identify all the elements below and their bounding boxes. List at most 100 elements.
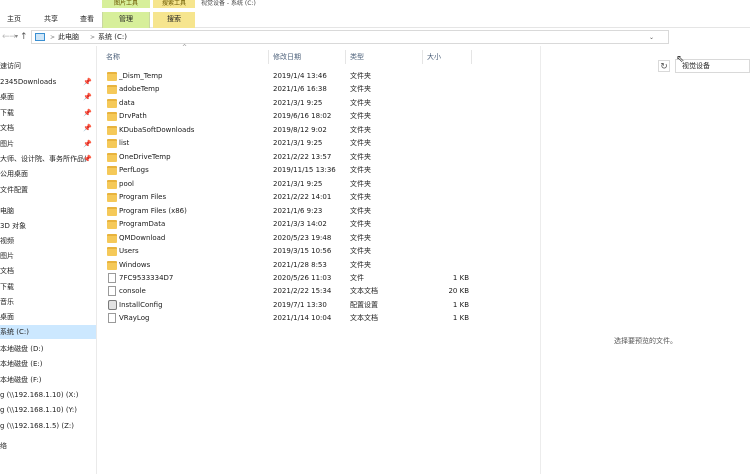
file-name: DrvPath bbox=[119, 112, 147, 120]
nav-network-drive-z[interactable]: g (\\192.168.1.5) (Z:) bbox=[0, 419, 96, 433]
nav-2345downloads[interactable]: 2345Downloads 📌 bbox=[0, 75, 96, 89]
nav-music[interactable]: 音乐 bbox=[0, 295, 96, 309]
tab-share[interactable]: 共享 bbox=[36, 12, 66, 28]
file-row[interactable]: InstallConfig 2019/7/1 13:30 配置设置 1 KB bbox=[101, 299, 471, 312]
config-file-icon bbox=[108, 300, 117, 310]
nav-public-desktop[interactable]: 公用桌面 bbox=[0, 167, 96, 181]
file-name: console bbox=[119, 287, 146, 295]
column-header-type[interactable]: 类型 bbox=[350, 51, 364, 63]
this-pc-icon bbox=[35, 33, 45, 41]
tab-home[interactable]: 主页 bbox=[0, 12, 28, 28]
file-row[interactable]: Program Files (x86) 2021/1/6 9:23 文件夹 bbox=[101, 205, 471, 218]
nav-videos[interactable]: 视频 bbox=[0, 234, 96, 248]
nav-design-works[interactable]: 大师、设计院、事务所作品(📌 bbox=[0, 152, 96, 166]
file-row[interactable]: pool 2021/3/1 9:25 文件夹 bbox=[101, 178, 471, 191]
breadcrumb-separator-icon[interactable]: > bbox=[90, 32, 95, 43]
nav-3d-objects[interactable]: 3D 对象 bbox=[0, 219, 96, 233]
nav-network[interactable]: 络 bbox=[0, 439, 96, 453]
nav-documents[interactable]: 文档 📌 bbox=[0, 121, 96, 135]
file-date: 2019/8/12 9:02 bbox=[273, 126, 327, 134]
tab-search[interactable]: 搜索 bbox=[153, 12, 195, 28]
column-divider[interactable] bbox=[471, 50, 472, 64]
file-type: 文件夹 bbox=[350, 261, 371, 269]
file-row[interactable]: _Dism_Temp 2019/1/4 13:46 文件夹 bbox=[101, 70, 471, 83]
nav-local-disk-e[interactable]: 本地磁盘 (E:) bbox=[0, 357, 96, 371]
file-type: 配置设置 bbox=[350, 301, 378, 309]
file-row[interactable]: QMDownload 2020/5/23 19:48 文件夹 bbox=[101, 232, 471, 245]
file-row[interactable]: 7FC9533334D7 2020/5/26 11:03 文件 1 KB bbox=[101, 272, 471, 285]
nav-network-drive-y[interactable]: g (\\192.168.1.10) (Y:) bbox=[0, 403, 96, 417]
nav-local-disk-f[interactable]: 本地磁盘 (F:) bbox=[0, 373, 96, 387]
file-row[interactable]: OneDriveTemp 2021/2/22 13:57 文件夹 bbox=[101, 151, 471, 164]
nav-item-label: 公用桌面 bbox=[0, 170, 28, 178]
nav-pc-downloads[interactable]: 下载 bbox=[0, 280, 96, 294]
nav-item-label: 电脑 bbox=[0, 207, 14, 215]
column-divider[interactable] bbox=[422, 50, 423, 64]
nav-quick-access[interactable]: 速访问 bbox=[0, 59, 96, 73]
file-type: 文件夹 bbox=[350, 207, 371, 215]
nav-pc-desktop[interactable]: 桌面 bbox=[0, 310, 96, 324]
nav-file-config[interactable]: 文件配置 bbox=[0, 183, 96, 197]
preview-empty-message: 选择要预览的文件。 bbox=[614, 337, 677, 345]
column-header-date[interactable]: 修改日期 bbox=[273, 51, 301, 63]
file-name: PerfLogs bbox=[119, 166, 149, 174]
file-type: 文件 bbox=[350, 274, 364, 282]
folder-icon bbox=[107, 126, 117, 135]
file-date: 2020/5/26 11:03 bbox=[273, 274, 332, 282]
nav-this-pc[interactable]: 电脑 bbox=[0, 204, 96, 218]
address-dropdown-chevron-icon[interactable]: ⌄ bbox=[649, 32, 654, 43]
nav-item-label: 大师、设计院、事务所作品( bbox=[0, 155, 87, 163]
file-row[interactable]: Program Files 2021/2/22 14:01 文件夹 bbox=[101, 191, 471, 204]
file-type: 文本文档 bbox=[350, 314, 378, 322]
nav-item-label: 2345Downloads bbox=[0, 78, 57, 86]
file-type: 文件夹 bbox=[350, 85, 371, 93]
pin-icon: 📌 bbox=[83, 155, 92, 163]
file-type: 文件夹 bbox=[350, 220, 371, 228]
nav-desktop[interactable]: 桌面 📌 bbox=[0, 90, 96, 104]
nav-pc-documents[interactable]: 文档 bbox=[0, 264, 96, 278]
search-input[interactable]: 视觉设备 bbox=[675, 59, 750, 73]
file-row[interactable]: data 2021/3/1 9:25 文件夹 bbox=[101, 97, 471, 110]
file-row[interactable]: ProgramData 2021/3/3 14:02 文件夹 bbox=[101, 218, 471, 231]
file-row[interactable]: PerfLogs 2019/11/15 13:36 文件夹 bbox=[101, 164, 471, 177]
preview-pane-divider[interactable] bbox=[540, 46, 541, 474]
breadcrumb-system-c[interactable]: 系统 (C:) bbox=[98, 32, 127, 43]
file-date: 2021/1/6 9:23 bbox=[273, 207, 323, 215]
nav-pc-pictures[interactable]: 图片 bbox=[0, 249, 96, 263]
file-date: 2021/3/3 14:02 bbox=[273, 220, 327, 228]
breadcrumb-separator-icon[interactable]: > bbox=[50, 32, 55, 43]
folder-icon bbox=[107, 99, 117, 108]
recent-locations-chevron-icon[interactable]: ▾ bbox=[15, 31, 18, 43]
file-row[interactable]: KDubaSoftDownloads 2019/8/12 9:02 文件夹 bbox=[101, 124, 471, 137]
file-row[interactable]: console 2021/2/22 15:34 文本文档 20 KB bbox=[101, 285, 471, 298]
nav-pictures[interactable]: 图片 📌 bbox=[0, 137, 96, 151]
file-row[interactable]: Windows 2021/1/28 8:53 文件夹 bbox=[101, 259, 471, 272]
file-type: 文件夹 bbox=[350, 139, 371, 147]
nav-local-disk-d[interactable]: 本地磁盘 (D:) bbox=[0, 342, 96, 356]
file-row[interactable]: adobeTemp 2021/1/6 16:38 文件夹 bbox=[101, 83, 471, 96]
file-name: 7FC9533334D7 bbox=[119, 274, 174, 282]
address-box[interactable]: > 此电脑 > 系统 (C:) ⌄ bbox=[31, 30, 669, 44]
refresh-icon[interactable]: ↻ bbox=[658, 60, 670, 72]
file-row[interactable]: list 2021/3/1 9:25 文件夹 bbox=[101, 137, 471, 150]
file-row[interactable]: Users 2019/3/15 10:56 文件夹 bbox=[101, 245, 471, 258]
nav-item-label: 3D 对象 bbox=[0, 222, 27, 230]
column-divider[interactable] bbox=[268, 50, 269, 64]
column-divider[interactable] bbox=[345, 50, 346, 64]
column-header-name[interactable]: 名称 bbox=[106, 51, 120, 63]
nav-downloads[interactable]: 下载 📌 bbox=[0, 106, 96, 120]
up-arrow-icon[interactable]: ↑ bbox=[20, 31, 28, 43]
folder-icon bbox=[107, 247, 117, 256]
file-name: ProgramData bbox=[119, 220, 166, 228]
file-row[interactable]: VRayLog 2021/1/14 10:04 文本文档 1 KB bbox=[101, 312, 471, 325]
nav-system-c[interactable]: 系统 (C:) bbox=[0, 325, 96, 339]
file-size: 1 KB bbox=[452, 301, 469, 309]
nav-network-drive-x[interactable]: g (\\192.168.1.10) (X:) bbox=[0, 388, 96, 402]
column-header-size[interactable]: 大小 bbox=[427, 51, 441, 63]
file-type: 文件夹 bbox=[350, 247, 371, 255]
tab-view[interactable]: 查看 bbox=[72, 12, 102, 28]
breadcrumb-this-pc[interactable]: 此电脑 bbox=[58, 32, 79, 43]
tab-manage[interactable]: 管理 bbox=[102, 12, 150, 28]
file-row[interactable]: DrvPath 2019/6/16 18:02 文件夹 bbox=[101, 110, 471, 123]
file-name: OneDriveTemp bbox=[119, 153, 171, 161]
